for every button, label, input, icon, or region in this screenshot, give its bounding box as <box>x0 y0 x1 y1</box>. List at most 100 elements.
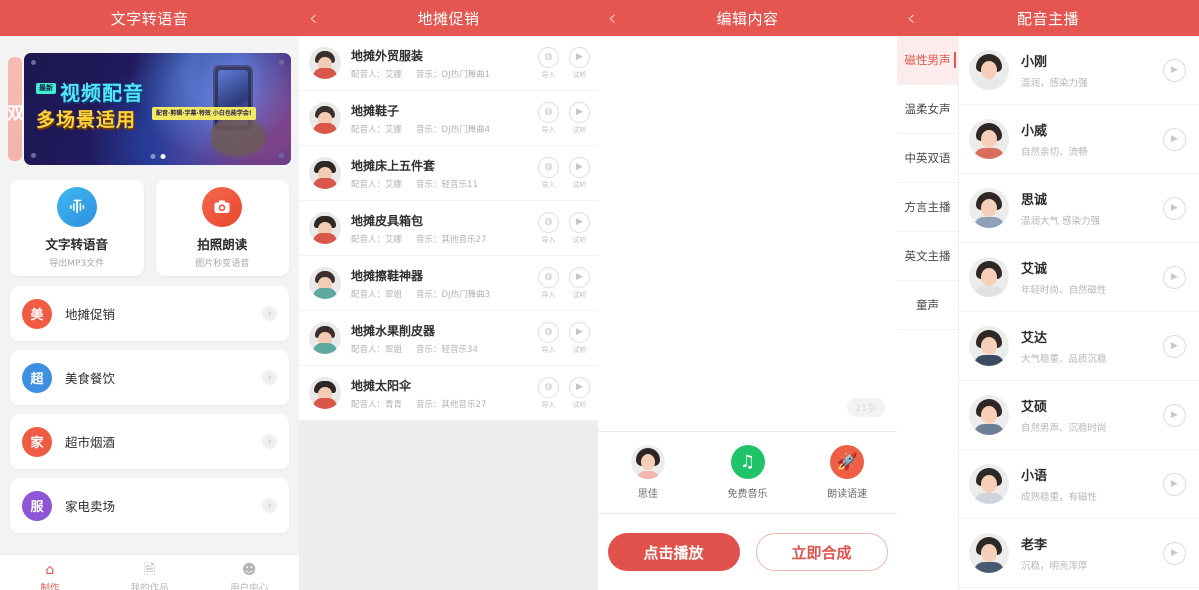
tool-label: 朗读语速 <box>827 489 868 500</box>
list-item[interactable]: 地摊太阳伞 配音人：青青 音乐：其他音乐27 ◍ 导入 ▶ 试听 <box>299 366 598 421</box>
preview-button[interactable]: ▶ 试听 <box>569 376 590 410</box>
preview-button[interactable]: ▶ 试听 <box>569 156 590 190</box>
play-icon[interactable]: ▶ <box>1163 541 1186 565</box>
list-item-meta: 配音人：艾娜 音乐：轻音乐11 <box>351 178 538 190</box>
category-tab-1[interactable]: 温柔女声 <box>897 85 958 134</box>
tool-speed[interactable]: 🚀 朗读语速 <box>797 445 897 500</box>
voice-item-6[interactable]: 小语 成熟稳重，有磁性 ▶ <box>959 450 1199 519</box>
voice-item-4[interactable]: 艾达 大气稳重、品质沉稳 ▶ <box>959 312 1199 381</box>
avatar <box>969 395 1009 435</box>
preview-label: 试听 <box>572 70 587 79</box>
voice-item-1[interactable]: 小威 自然亲切、流畅 ▶ <box>959 105 1199 174</box>
category-row-1[interactable]: 超 美食餐饮 › <box>10 350 289 405</box>
music-meta: 音乐：DJ热门舞曲4 <box>416 124 491 135</box>
banner-carousel[interactable]: 双 最新 视频配音 多场景适用 配音·剪辑·字幕·特效 小白也能学会! <box>0 48 299 170</box>
category-label: 地摊促销 <box>65 307 116 322</box>
category-tab-4[interactable]: 英文主播 <box>897 232 958 281</box>
import-button[interactable]: ◍ 导入 <box>538 211 559 245</box>
chevron-right-icon[interactable]: › <box>262 498 277 513</box>
voice-item-text: 艾诚 年轻时尚、自然磁性 <box>1021 258 1163 296</box>
preview-button[interactable]: ▶ 试听 <box>569 266 590 300</box>
back-icon[interactable]: ‹ <box>608 0 617 36</box>
list-item[interactable]: 地摊擦鞋神器 配音人：翠姐 音乐：DJ热门舞曲3 ◍ 导入 ▶ 试听 <box>299 256 598 311</box>
import-button[interactable]: ◍ 导入 <box>538 321 559 355</box>
play-icon[interactable]: ▶ <box>1163 196 1186 220</box>
back-icon[interactable]: ‹ <box>907 0 916 36</box>
category-tab-3[interactable]: 方言主播 <box>897 183 958 232</box>
play-icon[interactable]: ▶ <box>1163 403 1186 427</box>
import-button[interactable]: ◍ 导入 <box>538 101 559 135</box>
voice-meta: 配音人：翠姐 <box>351 289 403 300</box>
list-item-text: 地摊擦鞋神器 配音人：翠姐 音乐：DJ热门舞曲3 <box>351 267 538 300</box>
play-icon[interactable]: ▶ <box>1163 58 1186 82</box>
back-icon[interactable]: ‹ <box>309 0 318 36</box>
list-item[interactable]: 地摊皮具箱包 配音人：艾娜 音乐：其他音乐27 ◍ 导入 ▶ 试听 <box>299 201 598 256</box>
voice-item-3[interactable]: 艾诚 年轻时尚、自然磁性 ▶ <box>959 243 1199 312</box>
panel1-body: 双 最新 视频配音 多场景适用 配音·剪辑·字幕·特效 小白也能学会! 文字转语… <box>0 48 299 590</box>
import-label: 导入 <box>541 290 556 299</box>
carousel-dots[interactable] <box>150 154 165 159</box>
preview-button[interactable]: ▶ 试听 <box>569 46 590 80</box>
list-item[interactable]: 地摊外贸服装 配音人：艾娜 音乐：DJ热门舞曲1 ◍ 导入 ▶ 试听 <box>299 36 598 91</box>
voice-name: 小威 <box>1021 124 1048 139</box>
chevron-right-icon[interactable]: › <box>262 434 277 449</box>
banner-slide-active[interactable]: 最新 视频配音 多场景适用 配音·剪辑·字幕·特效 小白也能学会! <box>24 53 291 165</box>
tab-user-center[interactable]: ☻ 用户中心 <box>199 555 299 590</box>
chevron-right-icon[interactable]: › <box>262 370 277 385</box>
preview-button[interactable]: ▶ 试听 <box>569 101 590 135</box>
import-button[interactable]: ◍ 导入 <box>538 156 559 190</box>
voice-item-5[interactable]: 艾硕 自然男声、沉稳时尚 ▶ <box>959 381 1199 450</box>
import-button[interactable]: ◍ 导入 <box>538 266 559 300</box>
play-icon[interactable]: ▶ <box>1163 265 1186 289</box>
voice-desc: 成熟稳重，有磁性 <box>1021 492 1098 503</box>
voice-item-0[interactable]: 小刚 温润，感染力强 ▶ <box>959 36 1199 105</box>
quick-card-tts[interactable]: 文字转语音 导出MP3文件 <box>10 180 144 276</box>
list-item[interactable]: 地摊水果削皮器 配音人：翠姐 音乐：轻音乐34 ◍ 导入 ▶ 试听 <box>299 311 598 366</box>
category-row-list: 美 地摊促销 › 超 美食餐饮 › 家 超市烟酒 › 服 家电卖场 › <box>0 276 299 533</box>
speaker-avatar-icon <box>630 445 665 479</box>
category-row-3[interactable]: 服 家电卖场 › <box>10 478 289 533</box>
panel2-header: ‹ 地摊促销 <box>299 0 598 36</box>
import-button[interactable]: ◍ 导入 <box>538 376 559 410</box>
play-icon[interactable]: ▶ <box>1163 472 1186 496</box>
list-item[interactable]: 地摊床上五件套 配音人：艾娜 音乐：轻音乐11 ◍ 导入 ▶ 试听 <box>299 146 598 201</box>
chevron-right-icon[interactable]: › <box>262 306 277 321</box>
voice-item-text: 小刚 温润，感染力强 <box>1021 51 1163 89</box>
category-row-0[interactable]: 美 地摊促销 › <box>10 286 289 341</box>
tool-music[interactable]: ♫ 免费音乐 <box>698 445 798 500</box>
waveform-icon <box>56 187 97 227</box>
category-row-2[interactable]: 家 超市烟酒 › <box>10 414 289 469</box>
voice-item-text: 艾硕 自然男声、沉稳时尚 <box>1021 396 1163 434</box>
play-icon: ▶ <box>569 321 590 343</box>
list-item-buttons: ◍ 导入 ▶ 试听 <box>538 101 590 135</box>
avatar <box>969 533 1009 573</box>
preview-button[interactable]: ▶ 试听 <box>569 211 590 245</box>
quick-card-photo-read[interactable]: 拍照朗读 图片秒变语音 <box>155 180 289 276</box>
voice-item-2[interactable]: 思诚 温润大气 感染力强 ▶ <box>959 174 1199 243</box>
content-textarea[interactable]: 21字 <box>598 36 897 432</box>
category-tab-2[interactable]: 中英双语 <box>897 134 958 183</box>
tool-speaker[interactable]: 思佳 <box>598 445 698 500</box>
voice-item-7[interactable]: 老李 沉稳，明亮浑厚 ▶ <box>959 519 1199 588</box>
synthesize-button[interactable]: 立即合成 <box>755 533 888 571</box>
banner-peek-slide[interactable]: 双 <box>7 57 24 161</box>
tab-make[interactable]: ⌂ 制作 <box>0 555 100 590</box>
play-button[interactable]: 点击播放 <box>607 533 740 571</box>
list-item[interactable]: 地摊鞋子 配音人：艾娜 音乐：DJ热门舞曲4 ◍ 导入 ▶ 试听 <box>299 91 598 146</box>
preview-button[interactable]: ▶ 试听 <box>569 321 590 355</box>
category-label: 家电卖场 <box>65 499 116 514</box>
play-icon[interactable]: ▶ <box>1163 127 1186 151</box>
category-tab-0[interactable]: 磁性男声 <box>897 36 958 85</box>
avatar <box>309 212 341 244</box>
category-tab-5[interactable]: 童声 <box>897 281 958 330</box>
banner-line1: 视频配音 <box>60 81 144 105</box>
panel1-title: 文字转语音 <box>110 9 189 28</box>
banner-tag: 最新 <box>36 83 56 94</box>
waveform-icon: ◍ <box>538 321 559 343</box>
import-button[interactable]: ◍ 导入 <box>538 46 559 80</box>
carousel-dot[interactable] <box>150 154 155 159</box>
carousel-dot-active[interactable] <box>160 154 165 159</box>
play-icon: ▶ <box>569 156 590 178</box>
play-icon[interactable]: ▶ <box>1163 334 1186 358</box>
tab-my-works[interactable]: 🗎 我的作品 <box>100 555 200 590</box>
